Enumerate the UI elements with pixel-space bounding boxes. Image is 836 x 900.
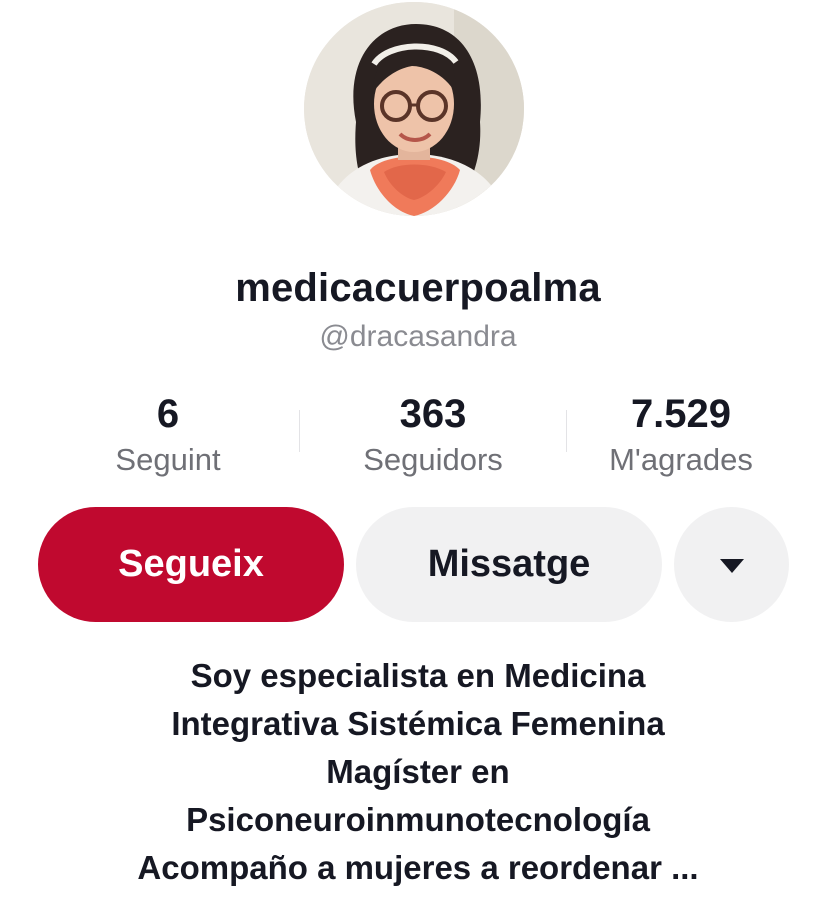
more-options-button[interactable] bbox=[674, 507, 789, 622]
message-button[interactable]: Missatge bbox=[356, 507, 662, 622]
profile-header: medicacuerpoalma @dracasandra 6 Seguint … bbox=[0, 0, 836, 900]
stat-following-value: 6 bbox=[156, 392, 180, 436]
stat-divider bbox=[299, 410, 300, 452]
follow-button[interactable]: Segueix bbox=[38, 507, 344, 622]
bio-line: Soy especialista en Medicina bbox=[190, 657, 646, 694]
stat-following[interactable]: 6 Seguint bbox=[96, 392, 240, 480]
stat-followers-label: Seguidors bbox=[363, 442, 503, 477]
stat-likes-value: 7.529 bbox=[630, 392, 732, 436]
stat-followers[interactable]: 363 Seguidors bbox=[338, 392, 528, 480]
profile-avatar[interactable] bbox=[304, 2, 524, 216]
caret-down-icon bbox=[719, 559, 744, 573]
bio-line: Psiconeuroinmunotecnología bbox=[186, 801, 650, 838]
stat-likes[interactable]: 7.529 M'agrades bbox=[585, 392, 777, 480]
bio-line: Magíster en bbox=[326, 753, 510, 790]
profile-bio: Soy especialista en Medicina Integrativa… bbox=[40, 652, 796, 892]
bio-line[interactable]: Acompaño a mujeres a reordenar ... bbox=[40, 844, 796, 892]
avatar-photo bbox=[304, 2, 524, 216]
bio-line: Integrativa Sistémica Femenina bbox=[171, 705, 665, 742]
stat-following-label: Seguint bbox=[115, 442, 221, 477]
stat-followers-value: 363 bbox=[399, 392, 467, 436]
stat-divider bbox=[566, 410, 567, 452]
stat-likes-label: M'agrades bbox=[609, 442, 753, 477]
profile-username: medicacuerpoalma bbox=[235, 266, 601, 310]
profile-handle: @dracasandra bbox=[319, 320, 517, 353]
